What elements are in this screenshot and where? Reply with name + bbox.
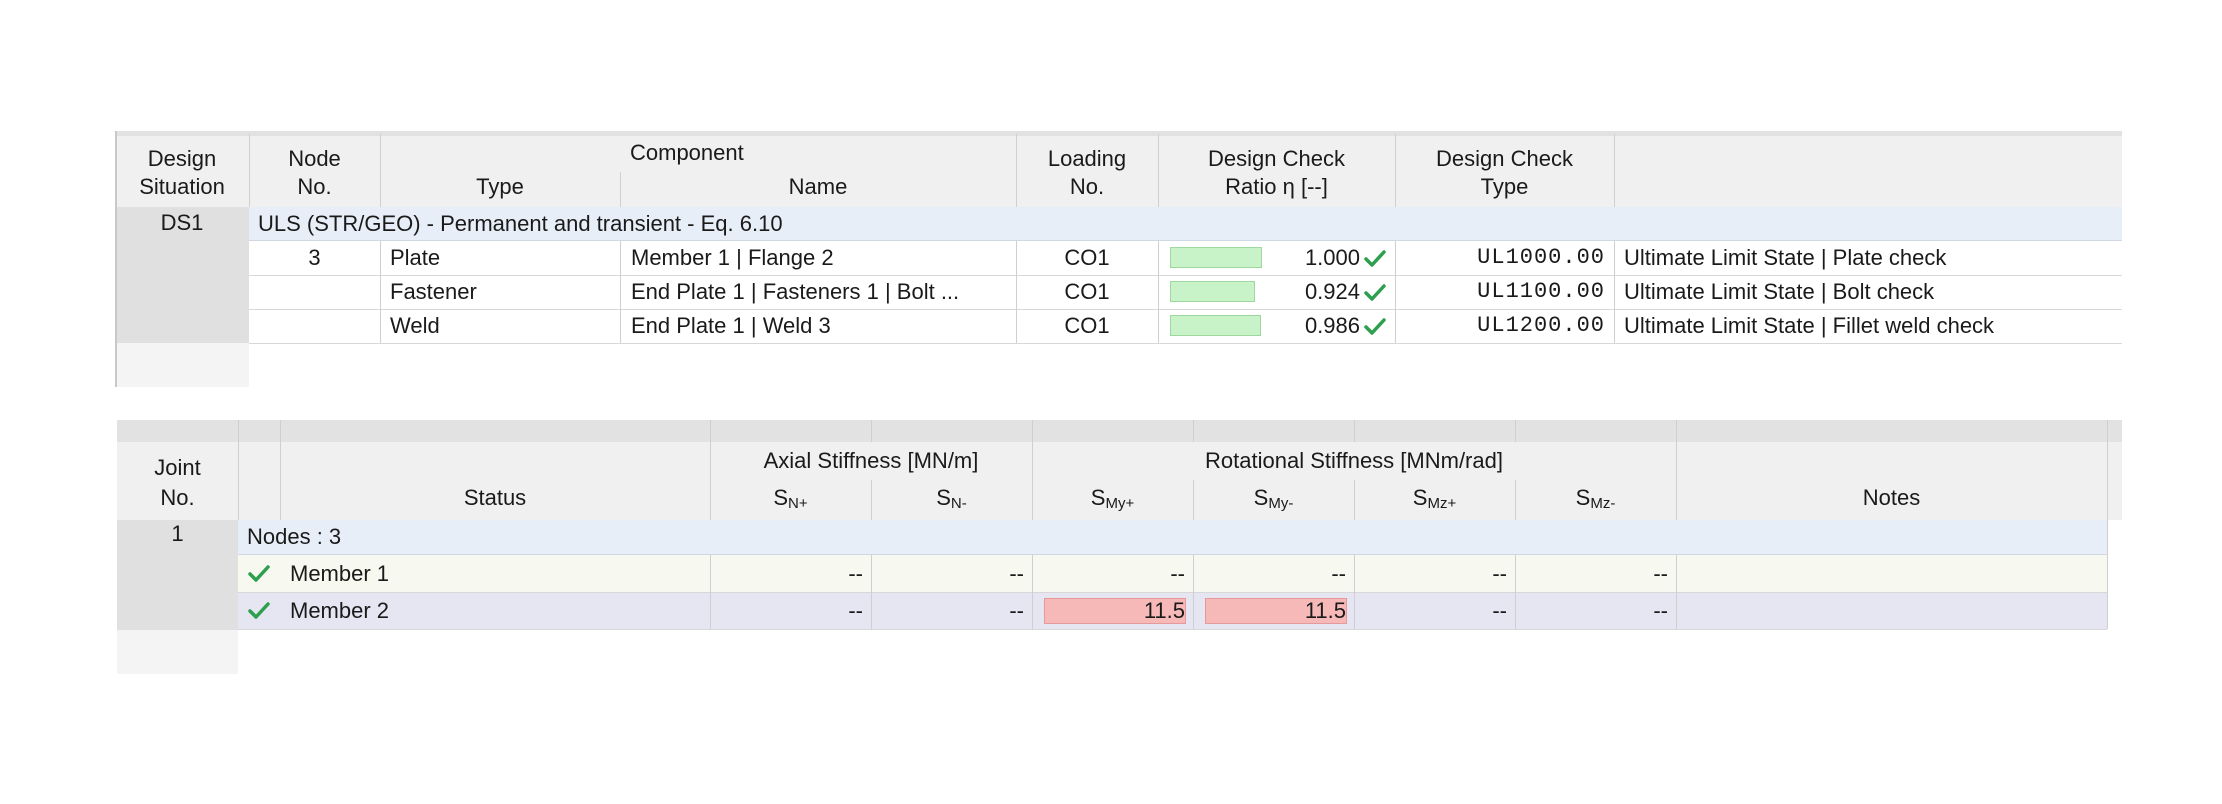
name-cell: Member 1 | Flange 2 — [631, 245, 834, 270]
smy-plus-cell: -- — [1170, 561, 1185, 586]
smz-plus-cell: -- — [1492, 598, 1507, 623]
ratio-bar — [1170, 315, 1261, 336]
header-type: Type — [476, 174, 524, 199]
header-node: Node — [288, 146, 341, 171]
header-smy-minus: SMy- — [1253, 485, 1294, 512]
header-loading: Loading — [1047, 146, 1127, 171]
header-node-2: No. — [297, 174, 332, 199]
header-smz-minus: SMz- — [1575, 485, 1616, 512]
check-icon — [248, 602, 270, 619]
header-axial-stiffness: Axial Stiffness [MN/m] — [763, 448, 979, 473]
header-design-situation-2: Situation — [139, 174, 225, 199]
ratio-value: 0.924 — [1304, 279, 1360, 304]
check-description: Ultimate Limit State | Plate check — [1624, 245, 1947, 270]
ratio-value: 0.986 — [1304, 313, 1360, 338]
header-name: Name — [788, 174, 848, 199]
check-code: UL1200.00 — [1477, 313, 1605, 338]
sn-minus-cell: -- — [1009, 598, 1024, 623]
name-cell: End Plate 1 | Weld 3 — [631, 313, 831, 338]
header-check-type-2: Type — [1480, 174, 1529, 199]
ratio-value: 1.000 — [1304, 245, 1360, 270]
smy-plus-cell: 11.5 — [1143, 598, 1185, 623]
header-design-situation: Design — [147, 146, 217, 171]
check-description: Ultimate Limit State | Bolt check — [1624, 279, 1935, 304]
header-component: Component — [630, 140, 744, 165]
header-ratio-2: Ratio η [--] — [1225, 174, 1328, 199]
design-situation-cell[interactable]: DS1 — [115, 209, 249, 237]
header-joint: Joint — [154, 455, 201, 480]
member-name: Member 2 — [290, 598, 390, 623]
header-notes: Notes — [1862, 485, 1921, 510]
check-code: UL1000.00 — [1477, 245, 1605, 270]
header-joint-2: No. — [160, 485, 195, 510]
smz-minus-cell: -- — [1653, 561, 1668, 586]
table1-row-header-empty — [115, 343, 249, 387]
check-icon — [1364, 284, 1386, 301]
ratio-bar — [1170, 247, 1262, 268]
member-name: Member 1 — [290, 561, 390, 586]
table2-row-header-empty — [117, 630, 238, 674]
table2-group-row[interactable] — [238, 520, 2107, 555]
check-icon — [1364, 318, 1386, 335]
loading-cell: CO1 — [1064, 245, 1110, 270]
check-icon — [248, 565, 270, 582]
sn-minus-cell: -- — [1009, 561, 1024, 586]
header-smz-plus: SMz+ — [1412, 485, 1457, 512]
header-smy-plus: SMy+ — [1090, 485, 1135, 512]
type-cell: Weld — [390, 313, 440, 338]
header-ratio: Design Check — [1208, 146, 1345, 171]
sn-plus-cell: -- — [848, 561, 863, 586]
sn-plus-cell: -- — [848, 598, 863, 623]
header-loading-2: No. — [1069, 174, 1105, 199]
header-status: Status — [463, 485, 527, 510]
group-label: ULS (STR/GEO) - Permanent and transient … — [258, 211, 783, 236]
check-code: UL1100.00 — [1477, 279, 1605, 304]
nodes-group-label: Nodes : 3 — [247, 524, 342, 549]
table2-top-band — [117, 420, 2122, 442]
header-check-type: Design Check — [1436, 146, 1573, 171]
node-cell: 3 — [308, 245, 321, 270]
check-description: Ultimate Limit State | Fillet weld check — [1624, 313, 1995, 338]
smz-minus-cell: -- — [1653, 598, 1668, 623]
type-cell: Fastener — [390, 279, 477, 304]
loading-cell: CO1 — [1064, 279, 1110, 304]
header-sn-minus: SN- — [936, 485, 967, 512]
header-rotational-stiffness: Rotational Stiffness [MNm/rad] — [1205, 448, 1503, 473]
joint-number-cell[interactable]: 1 — [117, 520, 238, 548]
smy-minus-cell: 11.5 — [1304, 598, 1346, 623]
ratio-bar — [1170, 281, 1255, 302]
smz-plus-cell: -- — [1492, 561, 1507, 586]
header-sn-plus: SN+ — [773, 485, 808, 512]
name-cell: End Plate 1 | Fasteners 1 | Bolt ... — [631, 279, 960, 304]
type-cell: Plate — [390, 245, 441, 270]
check-icon — [1364, 250, 1386, 267]
loading-cell: CO1 — [1064, 313, 1110, 338]
smy-minus-cell: -- — [1331, 561, 1346, 586]
